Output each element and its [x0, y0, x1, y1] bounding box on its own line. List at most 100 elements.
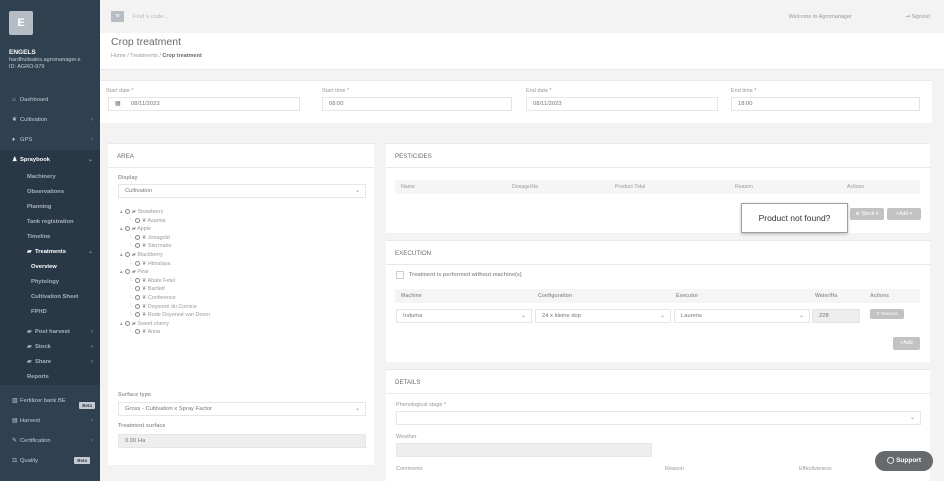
sidebar-item-post-harvest[interactable]: ▰ Post harvest ‹ [0, 325, 100, 340]
tree-radio[interactable] [134, 217, 140, 223]
tree-variety-node[interactable]: └ ❦ Jonagold [129, 234, 170, 241]
configuration-select[interactable]: 24 x kleine dop ⌄ [535, 309, 671, 323]
tree-radio[interactable] [124, 320, 130, 326]
tree-crop-node[interactable]: ▴ ▰ Blackberry [120, 252, 163, 258]
user-id: ID: AGRO-979 [9, 64, 45, 70]
sidebar-item-label: GPS [20, 137, 33, 143]
sidebar-item-share[interactable]: ▰ Share ‹ [0, 355, 100, 370]
treatment-surface-input[interactable]: 0.00 Ha [118, 434, 366, 448]
tree-radio[interactable] [124, 209, 130, 214]
tree-variety-node[interactable]: └ ❦ Doyenné du Comice [129, 303, 197, 310]
page-title: Crop treatment [111, 36, 182, 48]
signout-link[interactable]: ⇥ Signout [905, 14, 930, 20]
tree-variety-node[interactable]: └ ❦ Abate Fetel [129, 277, 175, 284]
add-machine-button[interactable]: +Add [893, 337, 920, 350]
execution-title: EXECUTION [395, 250, 432, 257]
sidebar-item-cultivation[interactable]: ❦ Cultivation ‹ [0, 110, 100, 130]
avatar[interactable]: E [9, 11, 33, 35]
sidebar-item-tank-registration[interactable]: Tank registration [0, 215, 100, 230]
breadcrumb-home[interactable]: Home [111, 53, 126, 59]
tree-toggle-icon[interactable]: ▴ [120, 226, 123, 232]
tree-variety-node[interactable]: └ ❦ Himalaya [129, 260, 170, 267]
breadcrumb-treatments[interactable]: Treatments [130, 53, 158, 59]
support-button[interactable]: ◯ Support [875, 451, 933, 471]
sidebar-item-reports[interactable]: Reports [0, 370, 100, 385]
sidebar-item-fertilizer-bank[interactable]: ▥ Fertilizer bank BE Beta [0, 391, 100, 411]
tree-variety-node[interactable]: └ ❦ Rode Doyenné van Doorn [129, 312, 210, 318]
tree-node-label: Rode Doyenné van Doorn [147, 312, 211, 319]
sidebar-item-quality[interactable]: ⚖ Quality Beta [0, 451, 100, 471]
surface-type-value: Gross - Cultivation x Spray Factor [125, 406, 212, 412]
sidebar-item-treatments[interactable]: ▰ Treatments ⌄ [0, 245, 100, 260]
remove-button[interactable]: ✕ Remove [870, 309, 904, 319]
end-date-input[interactable]: 08/11/2023 [526, 97, 718, 111]
tree-variety-node[interactable]: └ ❦ Sterrnabo [129, 243, 172, 249]
tree-radio[interactable] [134, 243, 140, 249]
home-icon: ⌂ [12, 97, 16, 103]
tree-crop-node[interactable]: ▴ ▰ Pear [120, 269, 149, 275]
end-time-input[interactable]: 18:00 [731, 97, 920, 111]
tree-radio[interactable] [134, 260, 140, 266]
tree-variety-node[interactable]: └ ❦ Anna [129, 329, 160, 335]
pesticides-table-header: Name Dosage/Ha Product Total Reason Acti… [395, 180, 920, 194]
tree-crop-node[interactable]: ▴ ▰ Sweet cherry [120, 320, 169, 327]
search-input[interactable]: Find a code... [133, 14, 168, 20]
machine-select[interactable]: Induma ⌄ [396, 309, 532, 323]
tree-crop-node[interactable]: ▴ ▰ Apple [120, 226, 151, 232]
tree-toggle-icon[interactable]: ▴ [120, 321, 123, 327]
tree-radio[interactable] [134, 303, 140, 309]
sidebar-item-fphd[interactable]: FPHD [0, 305, 100, 320]
user-name[interactable]: ENGELS [9, 49, 36, 56]
tree-toggle-icon[interactable]: ▴ [120, 209, 123, 215]
add-pesticide-button[interactable]: +Add ▾ [887, 208, 921, 220]
sidebar-item-certification[interactable]: ✎ Certification ‹ [0, 431, 100, 451]
tree-radio[interactable] [134, 277, 140, 283]
tree-toggle-icon[interactable]: ▴ [120, 252, 123, 258]
breadcrumb: Home / Treatments / Crop treatment [111, 53, 202, 59]
start-date-input[interactable]: ▦ 08/11/2023 [108, 97, 300, 111]
phenological-select[interactable]: ⌄ [396, 411, 921, 425]
tree-radio[interactable] [124, 269, 130, 275]
sidebar-item-observations[interactable]: Observations [0, 185, 100, 200]
sidebar-item-spraybook[interactable]: ♟ Spraybook ⌄ [0, 150, 100, 170]
sidebar-item-harvest[interactable]: ▤ Harvest ‹ [0, 411, 100, 431]
tree-toggle-icon[interactable]: ▴ [120, 269, 123, 275]
spraybook-submenu: Machinery Observations Planning Tank reg… [0, 170, 100, 385]
tree-radio[interactable] [134, 234, 140, 240]
display-select[interactable]: Cultivation ⌄ [118, 184, 366, 198]
tree-radio[interactable] [134, 286, 140, 292]
sidebar-item-dashboard[interactable]: ⌂ Dashboard [0, 90, 100, 110]
water-input[interactable]: 228 [812, 309, 860, 323]
tree-radio[interactable] [134, 312, 140, 318]
certificate-icon: ✎ [12, 438, 18, 444]
tree-radio[interactable] [124, 226, 130, 232]
tree-variety-node[interactable]: └ ❦ Conference [129, 295, 176, 301]
sidebar-item-gps[interactable]: ♦ GPS ‹ [0, 130, 100, 150]
product-not-found-tooltip[interactable]: Product not found? [741, 203, 848, 233]
sidebar-item-machinery[interactable]: Machinery [0, 170, 100, 185]
surface-type-select[interactable]: Gross - Cultivation x Spray Factor ⌄ [118, 402, 366, 416]
executor-select[interactable]: Laurens ⌄ [674, 309, 810, 323]
weather-input[interactable] [396, 443, 652, 457]
sidebar-item-phytology[interactable]: Phytology [0, 275, 100, 290]
treatment-surface-label: Treatment surface [118, 423, 166, 429]
stock-button[interactable]: ⊕ Stock ▾ [850, 208, 884, 220]
start-time-input[interactable]: 08:00 [322, 97, 512, 111]
tree-variety-node[interactable]: └ ❦ Asamia [129, 217, 166, 224]
tree-radio[interactable] [134, 295, 140, 300]
sidebar-item-cultivation-sheet[interactable]: Cultivation Sheet [0, 290, 100, 305]
menu-toggle-icon[interactable]: ≡ [111, 11, 124, 22]
sidebar-item-label: Quality [20, 458, 39, 464]
sidebar-item-overview[interactable]: Overview [0, 260, 100, 275]
execution-card: EXECUTION Treatment is performed without… [386, 240, 930, 362]
sidebar-item-timeline[interactable]: Timeline [0, 230, 100, 245]
tree-variety-node[interactable]: └ ❦ Bartlett [129, 286, 165, 292]
tree-radio[interactable] [134, 329, 140, 335]
tree-radio[interactable] [124, 252, 130, 257]
sidebar-item-stock[interactable]: ▰ Stock ‹ [0, 340, 100, 355]
sidebar-item-planning[interactable]: Planning [0, 200, 100, 215]
no-machine-checkbox[interactable] [396, 271, 404, 279]
breadcrumb-current: Crop treatment [162, 53, 202, 59]
tree-crop-node[interactable]: ▴ ▰ Strawberry [120, 209, 163, 215]
tree-connector: └ [129, 286, 133, 293]
